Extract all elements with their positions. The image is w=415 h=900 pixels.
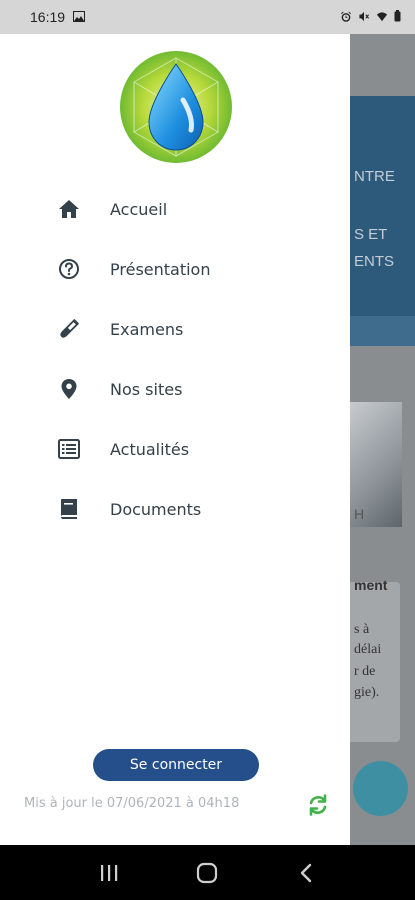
refresh-icon[interactable] <box>307 794 329 816</box>
menu-item-examens[interactable]: Examens <box>0 304 350 354</box>
battery-icon <box>394 9 401 25</box>
menu-item-label: Examens <box>110 319 184 339</box>
book-icon <box>57 497 81 521</box>
recent-apps-icon[interactable] <box>89 853 129 893</box>
background-card-line: s à <box>354 622 370 637</box>
menu-item-nos-sites[interactable]: Nos sites <box>0 364 350 414</box>
menu-item-label: Accueil <box>110 199 168 219</box>
menu-item-presentation[interactable]: Présentation <box>0 244 350 294</box>
last-updated-text: Mis à jour le 07/06/2021 à 04h18 <box>24 796 240 811</box>
background-banner <box>350 96 415 346</box>
mute-icon <box>358 9 370 25</box>
gallery-icon <box>73 9 86 25</box>
home-button-icon[interactable] <box>187 853 227 893</box>
menu-item-label: Documents <box>110 499 202 519</box>
system-navigation-bar <box>0 845 415 900</box>
menu-item-label: Actualités <box>110 439 190 459</box>
background-search-fab <box>353 761 408 816</box>
alarm-icon <box>340 9 352 25</box>
background-card-line: délai <box>354 642 382 657</box>
menu-item-label: Présentation <box>110 259 211 279</box>
water-drop-logo <box>119 50 233 164</box>
background-card <box>350 582 400 742</box>
background-card-line: gie). <box>354 685 380 700</box>
background-text: NTRE <box>354 168 395 185</box>
newspaper-list-icon <box>57 437 81 461</box>
home-icon <box>57 197 81 221</box>
background-card-line: r de <box>354 664 376 679</box>
map-pin-icon <box>57 377 81 401</box>
test-tube-icon <box>57 317 81 341</box>
background-card-title: ment <box>354 577 388 593</box>
menu-item-actualites[interactable]: Actualités <box>0 424 350 474</box>
connect-button[interactable]: Se connecter <box>93 749 259 781</box>
background-photo-caption: H <box>354 506 365 522</box>
background-banner-strip <box>350 316 415 346</box>
background-text: S ET <box>354 226 388 243</box>
menu-item-documents[interactable]: Documents <box>0 484 350 534</box>
back-icon[interactable] <box>286 853 326 893</box>
background-text: ENTS <box>354 253 395 270</box>
help-circle-icon <box>57 257 81 281</box>
background-app: NTRE S ET ENTS H ment s à délai r de gie… <box>350 34 415 845</box>
navigation-drawer: Accueil Présentation Examens Nos sites A <box>0 34 350 845</box>
menu-item-accueil[interactable]: Accueil <box>0 184 350 234</box>
status-bar: 16:19 <box>0 0 415 34</box>
menu-item-label: Nos sites <box>110 379 183 399</box>
wifi-icon <box>376 9 388 25</box>
status-time: 16:19 <box>30 9 66 25</box>
